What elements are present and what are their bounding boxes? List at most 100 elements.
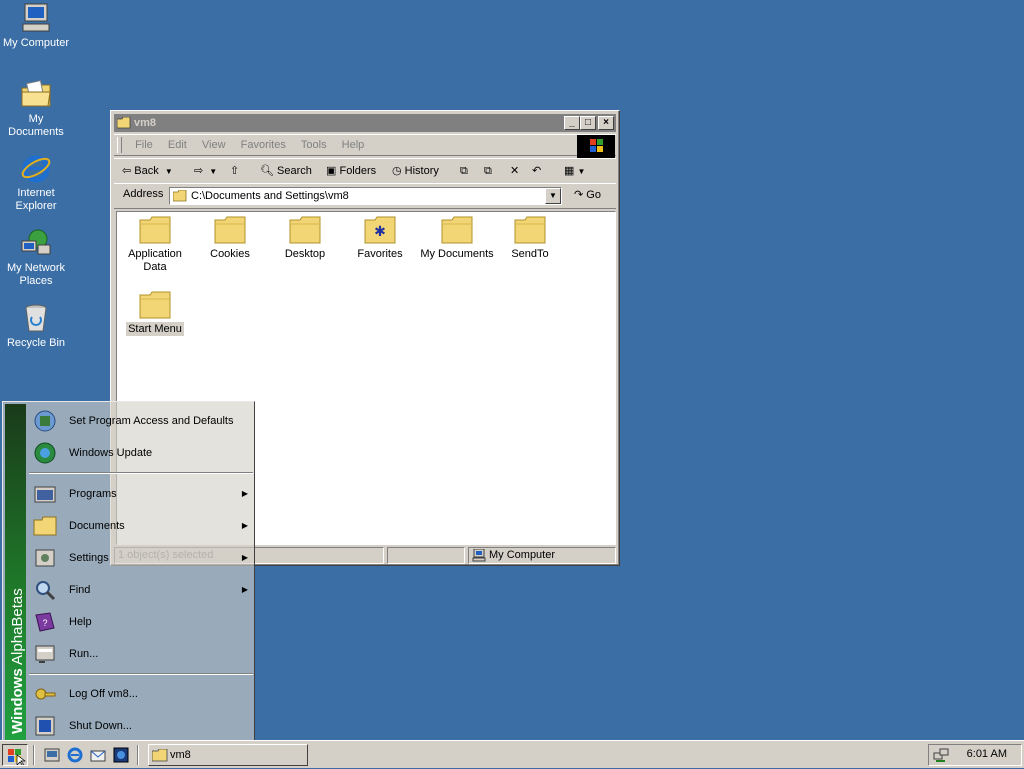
menu-item-run[interactable]: Run... (27, 638, 254, 670)
submenu-arrow-icon: ▶ (241, 553, 248, 562)
search-icon: 🔍︎ (260, 165, 274, 177)
menu-item-find[interactable]: Find ▶ (27, 574, 254, 606)
folders-button[interactable]: ▣ Folders (326, 163, 376, 179)
folder-item[interactable]: Application Data (119, 216, 191, 274)
up-folder-icon: ⇧ (230, 165, 240, 177)
window-title: vm8 (134, 117, 157, 129)
resize-grip[interactable] (604, 551, 616, 563)
recycle-bin-desktop-icon[interactable]: Recycle Bin (0, 302, 72, 350)
views-icon: ▦ (564, 165, 575, 177)
folders-label: Folders (339, 165, 377, 177)
media-player-icon[interactable] (113, 747, 129, 763)
chevron-down-icon: ▼ (549, 191, 557, 200)
program-access-icon (33, 409, 57, 433)
folder-item[interactable]: My Documents (419, 216, 495, 261)
folder-icon (289, 216, 321, 244)
folder-label: Desktop (284, 248, 326, 260)
up-folder-button[interactable]: ⇧ (230, 163, 239, 179)
menu-item-windows-update[interactable]: Windows Update (27, 437, 254, 469)
folder-item[interactable]: ✱ Favorites (344, 216, 416, 261)
menu-file[interactable]: File (129, 135, 159, 155)
close-button[interactable]: × (598, 116, 614, 130)
network-icon (20, 227, 52, 259)
submenu-arrow-icon: ▶ (241, 521, 248, 530)
menu-item-set-program-access[interactable]: Set Program Access and Defaults (27, 405, 254, 437)
menu-view[interactable]: View (196, 135, 232, 155)
folder-icon (139, 291, 171, 319)
desktop-icon-label: My Network Places (6, 262, 66, 287)
folder-icon (116, 116, 131, 135)
address-field[interactable]: C:\Documents and Settings\vm8 ▼ (169, 187, 562, 205)
show-desktop-icon[interactable] (44, 747, 60, 763)
copy-to-button[interactable]: ⧉ (484, 163, 492, 179)
menu-separator (29, 673, 253, 675)
folder-label: My Documents (420, 248, 494, 260)
chevron-down-icon: ▼ (577, 167, 586, 176)
menu-edit[interactable]: Edit (162, 135, 193, 155)
address-dropdown-button[interactable]: ▼ (545, 188, 561, 204)
undo-button[interactable]: ↶ (532, 163, 541, 179)
network-connection-icon[interactable] (933, 747, 949, 766)
outlook-express-icon[interactable] (90, 747, 106, 763)
folder-icon (139, 216, 171, 244)
title-bar[interactable]: vm8 _ □ × (114, 114, 616, 132)
folder-item[interactable]: SendTo (494, 216, 566, 261)
start-button[interactable] (2, 744, 28, 767)
taskbar-button-vm8[interactable]: vm8 (148, 744, 308, 766)
go-button[interactable]: ↷ Go (574, 188, 601, 201)
delete-button[interactable]: ✕ (510, 163, 519, 179)
system-tray: 6:01 AM (928, 744, 1022, 766)
computer-icon (20, 2, 52, 34)
move-to-icon: ⧉ (460, 165, 468, 177)
move-to-button[interactable]: ⧉ (460, 163, 468, 179)
shut-down-icon (33, 714, 57, 738)
status-pane-empty (387, 547, 465, 564)
svg-text:✱: ✱ (374, 223, 386, 239)
internet-explorer-desktop-icon[interactable]: Internet Explorer (0, 152, 72, 213)
views-button[interactable]: ▦ ▼ (564, 163, 585, 180)
minimize-button[interactable]: _ (564, 116, 580, 130)
menu-item-programs[interactable]: Programs ▶ (27, 478, 254, 510)
menu-favorites[interactable]: Favorites (235, 135, 292, 155)
menu-item-log-off[interactable]: Log Off vm8... (27, 678, 254, 710)
folder-icon (441, 216, 473, 244)
menu-item-label: Log Off vm8... (69, 688, 138, 700)
menu-tools[interactable]: Tools (295, 135, 333, 155)
search-label: Search (277, 165, 312, 177)
my-computer-desktop-icon[interactable]: My Computer (0, 2, 72, 50)
back-button[interactable]: ⇦ Back ▼ (122, 163, 173, 180)
history-button[interactable]: ◷ History (392, 163, 439, 179)
clock[interactable]: 6:01 AM (967, 748, 1007, 760)
go-label: Go (586, 189, 601, 201)
forward-button[interactable]: ⇨ ▼ (194, 163, 217, 180)
my-network-places-desktop-icon[interactable]: My Network Places (0, 227, 72, 288)
menu-item-documents[interactable]: Documents ▶ (27, 510, 254, 542)
menu-item-help[interactable]: ? Help (27, 606, 254, 638)
my-documents-desktop-icon[interactable]: My Documents (0, 78, 72, 139)
submenu-arrow-icon: ▶ (241, 489, 248, 498)
chevron-down-icon: ▼ (209, 167, 218, 176)
status-zone-label: My Computer (489, 549, 556, 561)
maximize-button[interactable]: □ (580, 116, 596, 130)
menu-item-label: Documents (69, 520, 125, 532)
go-arrow-icon: ↷ (574, 189, 584, 201)
menu-item-label: Run... (69, 648, 99, 660)
folders-icon: ▣ (326, 165, 337, 177)
recycle-bin-icon (20, 302, 52, 334)
folder-item[interactable]: Cookies (194, 216, 266, 261)
start-menu-banner-text: Windows AlphaBetas (9, 588, 26, 734)
programs-icon (33, 482, 57, 506)
menu-item-shut-down[interactable]: Shut Down... (27, 710, 254, 742)
menu-help[interactable]: Help (336, 135, 371, 155)
folder-item[interactable]: Desktop (269, 216, 341, 261)
menu-item-settings[interactable]: Settings ▶ (27, 542, 254, 574)
menu-separator (29, 472, 253, 474)
documents-folder-icon (20, 78, 52, 110)
internet-explorer-icon[interactable] (67, 747, 83, 763)
menu-bar: File Edit View Favorites Tools Help (114, 134, 616, 156)
favorites-folder-icon: ✱ (364, 216, 396, 244)
history-label: History (404, 165, 439, 177)
menu-item-label: Set Program Access and Defaults (69, 415, 234, 427)
folder-item-selected[interactable]: Start Menu (119, 291, 191, 336)
search-button[interactable]: 🔍︎ Search (260, 163, 312, 179)
